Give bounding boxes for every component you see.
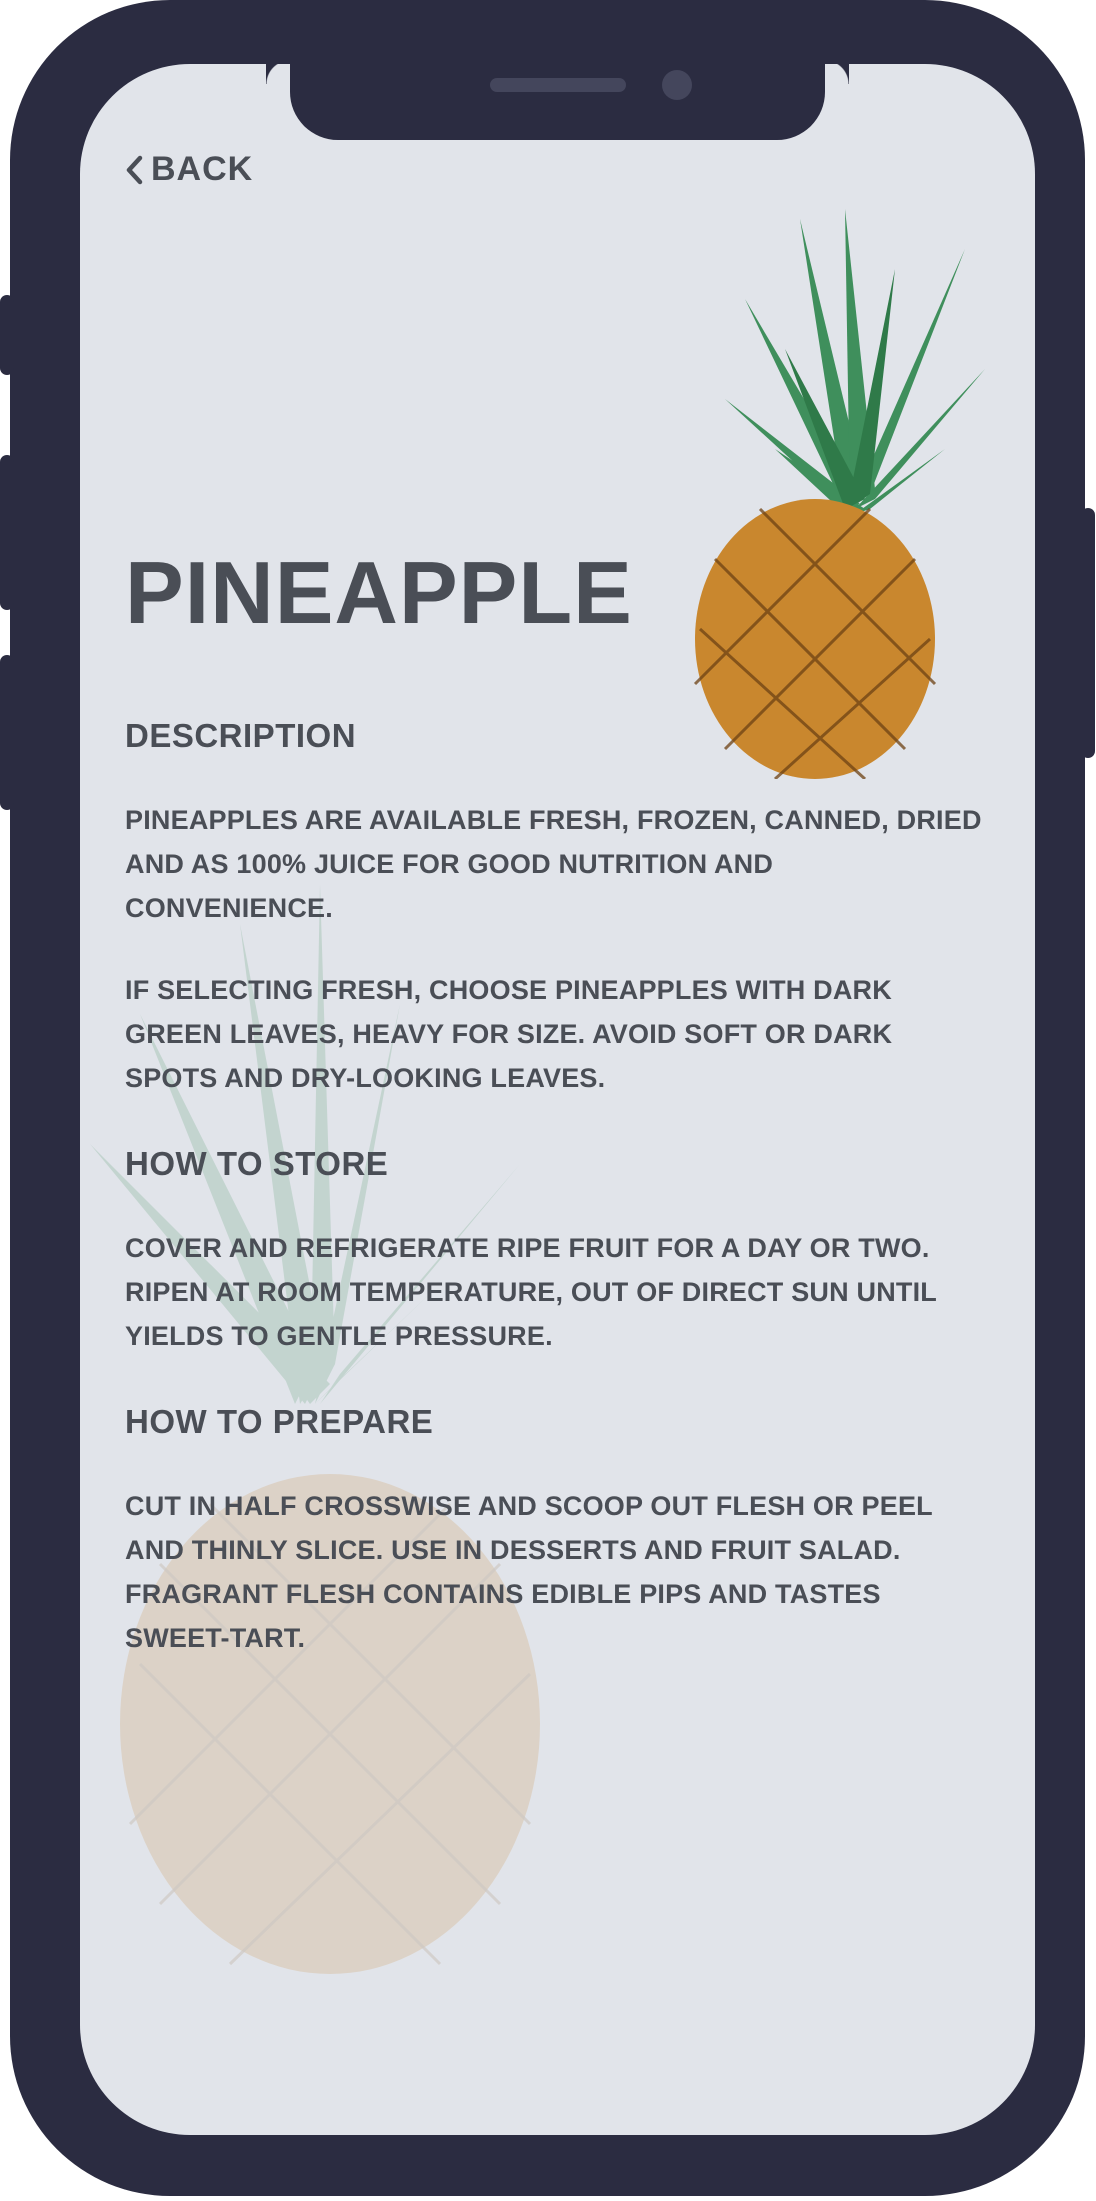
description-paragraph-1: PINEAPPLES ARE AVAILABLE FRESH, FROZEN, …	[125, 805, 982, 923]
volume-up-button	[0, 455, 14, 610]
chevron-left-icon	[126, 155, 143, 184]
pineapple-image	[693, 209, 985, 779]
store-paragraph: COVER AND REFRIGERATE RIPE FRUIT FOR A D…	[125, 1233, 937, 1351]
app-screen: BACK PINEAPPLE DESCRIPTION PINEAPPLES AR…	[80, 64, 1035, 2135]
description-heading: DESCRIPTION	[125, 717, 357, 754]
prepare-paragraph: CUT IN HALF CROSSWISE AND SCOOP OUT FLES…	[125, 1491, 933, 1653]
power-button	[1081, 508, 1095, 758]
back-button[interactable]: BACK	[125, 150, 253, 189]
fruit-info: DESCRIPTION PINEAPPLES ARE AVAILABLE FRE…	[125, 714, 985, 1660]
volume-down-button	[0, 655, 14, 810]
front-camera	[662, 70, 692, 100]
notch	[290, 64, 849, 140]
back-label: BACK	[151, 150, 254, 188]
phone-frame: BACK PINEAPPLE DESCRIPTION PINEAPPLES AR…	[0, 0, 1095, 2196]
description-paragraph-2: IF SELECTING FRESH, CHOOSE PINEAPPLES WI…	[125, 975, 893, 1093]
store-heading: HOW TO STORE	[125, 1145, 389, 1182]
prepare-heading: HOW TO PREPARE	[125, 1403, 434, 1440]
speaker-grille	[490, 78, 626, 92]
page-title: PINEAPPLE	[125, 543, 633, 642]
silent-switch	[0, 295, 14, 375]
